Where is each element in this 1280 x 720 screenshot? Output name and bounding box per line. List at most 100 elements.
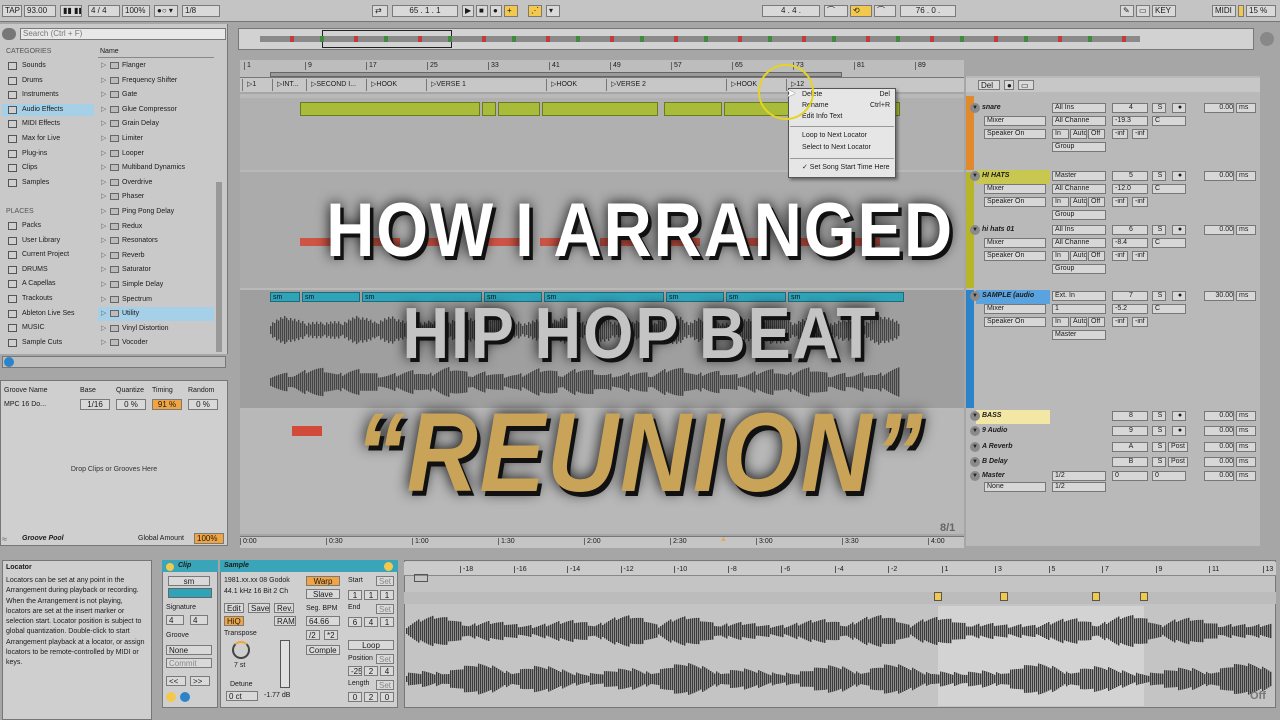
- track-delay-field[interactable]: 0.00: [1204, 411, 1234, 421]
- track-delay-field[interactable]: 0.00: [1204, 442, 1234, 452]
- clip-envelope-icon[interactable]: [180, 692, 190, 702]
- key-map-button[interactable]: KEY: [1152, 5, 1176, 17]
- browser-nav-icon[interactable]: [2, 28, 16, 40]
- track-delay-field[interactable]: 0.00: [1204, 471, 1234, 481]
- track-delay-field[interactable]: 0.00: [1204, 426, 1234, 436]
- device-item[interactable]: ▷ Grain Delay: [98, 117, 214, 131]
- ms-button[interactable]: ms: [1236, 291, 1256, 301]
- follow-icon[interactable]: ⇄: [372, 5, 388, 17]
- ram-button[interactable]: RAM: [274, 616, 296, 626]
- category-samples[interactable]: Samples: [2, 177, 94, 189]
- monitor-in-button[interactable]: In: [1052, 129, 1069, 139]
- warp-marker[interactable]: [1140, 592, 1148, 601]
- output-select[interactable]: Speaker On: [984, 129, 1046, 139]
- endv-field[interactable]: 1: [380, 617, 394, 627]
- stop-icon[interactable]: ■: [476, 5, 488, 17]
- transpose-knob[interactable]: [232, 641, 250, 659]
- ms-button[interactable]: ms: [1236, 457, 1256, 467]
- device-item[interactable]: ▷ Multiband Dynamics: [98, 161, 214, 175]
- sub-channel-select[interactable]: All Channe: [1052, 116, 1106, 126]
- track-activator[interactable]: 5: [1112, 171, 1148, 181]
- clip-launch-icon[interactable]: [166, 692, 176, 702]
- set-position-button[interactable]: Set: [376, 654, 394, 664]
- warp-button[interactable]: Warp: [306, 576, 340, 586]
- clip-name-field[interactable]: sm: [168, 576, 210, 586]
- loop-button[interactable]: Loop: [348, 640, 394, 650]
- input-select[interactable]: Master: [1052, 171, 1106, 181]
- sig-num-field[interactable]: 4: [166, 615, 184, 625]
- clip-prev-icon[interactable]: <<: [166, 676, 186, 686]
- preview-icon[interactable]: [4, 357, 14, 367]
- double-tempo-button[interactable]: *2: [324, 630, 338, 640]
- slave-button[interactable]: Slave: [306, 589, 340, 599]
- warp-marker[interactable]: [1000, 592, 1008, 601]
- hiq-button[interactable]: HiQ: [224, 616, 244, 626]
- back-to-arrangement-icon[interactable]: ▾: [546, 5, 560, 17]
- tap-button[interactable]: TAP: [2, 5, 22, 17]
- arm-button[interactable]: ●: [1172, 171, 1186, 181]
- clip-next-icon[interactable]: >>: [190, 676, 210, 686]
- device-item[interactable]: ▷ Simple Delay: [98, 278, 214, 292]
- warp-mode-select[interactable]: Comple: [306, 645, 340, 655]
- expand-triangle-icon[interactable]: ▷: [101, 117, 106, 131]
- category-audio-effects[interactable]: Audio Effects: [2, 103, 94, 116]
- ms-button[interactable]: ms: [1236, 411, 1256, 421]
- category-clips[interactable]: Clips: [2, 162, 94, 174]
- punch-in-icon[interactable]: ⌒: [824, 5, 848, 17]
- browser-search-input[interactable]: Search (Ctrl + F): [20, 28, 226, 40]
- category-plug-ins[interactable]: Plug-ins: [2, 148, 94, 160]
- volume-field[interactable]: -19.3: [1112, 116, 1148, 126]
- edit-button[interactable]: Edit: [224, 603, 244, 613]
- record-icon[interactable]: ●: [490, 5, 502, 17]
- position-field[interactable]: 65 . 1 . 1: [392, 5, 458, 17]
- groove-select[interactable]: None: [166, 645, 212, 655]
- device-item[interactable]: ▷ Limiter: [98, 132, 214, 146]
- snare-clip[interactable]: [542, 102, 658, 116]
- ms-button[interactable]: ms: [1236, 225, 1256, 235]
- expand-triangle-icon[interactable]: ▷: [101, 88, 106, 102]
- locator-hook[interactable]: ▷HOOK: [546, 79, 606, 91]
- groove-name-cell[interactable]: MPC 16 Do...: [4, 401, 46, 408]
- midi-map-button[interactable]: MIDI: [1212, 5, 1236, 17]
- play-icon[interactable]: ▶: [462, 5, 474, 17]
- arm-button[interactable]: ●: [1172, 103, 1186, 113]
- posv-field[interactable]: 2: [364, 666, 378, 676]
- global-amount-field[interactable]: 100%: [194, 533, 224, 544]
- signature-field[interactable]: 4 / 4: [88, 5, 120, 17]
- solo-button[interactable]: S: [1152, 171, 1166, 181]
- place-a-capellas[interactable]: A Capellas: [2, 278, 94, 290]
- overview-scroll-icon[interactable]: [1260, 32, 1274, 46]
- ms-button[interactable]: ms: [1236, 171, 1256, 181]
- context-menu-item[interactable]: Loop to Next Locator: [788, 132, 896, 143]
- monitor-auto-button[interactable]: Auto: [1070, 129, 1087, 139]
- commit-button[interactable]: Commit: [166, 658, 212, 668]
- posv-field[interactable]: 4: [380, 666, 394, 676]
- loop-brace[interactable]: [270, 72, 842, 77]
- ms-button[interactable]: ms: [1236, 442, 1256, 452]
- context-menu-item[interactable]: ✓ Set Song Start Time Here: [788, 163, 896, 174]
- delay-toggle[interactable]: Del: [978, 80, 1000, 90]
- detune-field[interactable]: 0 ct: [226, 691, 258, 701]
- device-item[interactable]: ▷ Gate: [98, 88, 214, 102]
- category-midi-effects[interactable]: MIDI Effects: [2, 118, 94, 130]
- set-end-button[interactable]: Set: [376, 604, 394, 614]
- zoom-field[interactable]: 100%: [122, 5, 150, 17]
- category-drums[interactable]: Drums: [2, 75, 94, 87]
- lenv-field[interactable]: 2: [364, 692, 378, 702]
- device-item[interactable]: ▷ Flanger: [98, 59, 214, 73]
- locator-int-[interactable]: ▷INT...: [272, 79, 306, 91]
- expand-triangle-icon[interactable]: ▷: [101, 74, 106, 88]
- save-button[interactable]: Save: [248, 603, 270, 613]
- context-menu-item[interactable]: Edit Info Text: [788, 113, 896, 124]
- locator-verse-1[interactable]: ▷VERSE 1: [426, 79, 546, 91]
- snare-clip[interactable]: [300, 102, 480, 116]
- expand-triangle-icon[interactable]: ▷: [101, 147, 106, 161]
- monitor-off-button[interactable]: Off: [1088, 129, 1105, 139]
- startv-field[interactable]: 1: [348, 590, 362, 600]
- endv-field[interactable]: 4: [364, 617, 378, 627]
- expand-triangle-icon[interactable]: ▷: [101, 59, 106, 73]
- snare-clip[interactable]: [482, 102, 496, 116]
- locator-1[interactable]: ▷1: [242, 79, 272, 91]
- track-name-1[interactable]: HI HATS: [968, 170, 1050, 182]
- device-item[interactable]: ▷ Glue Compressor: [98, 103, 214, 117]
